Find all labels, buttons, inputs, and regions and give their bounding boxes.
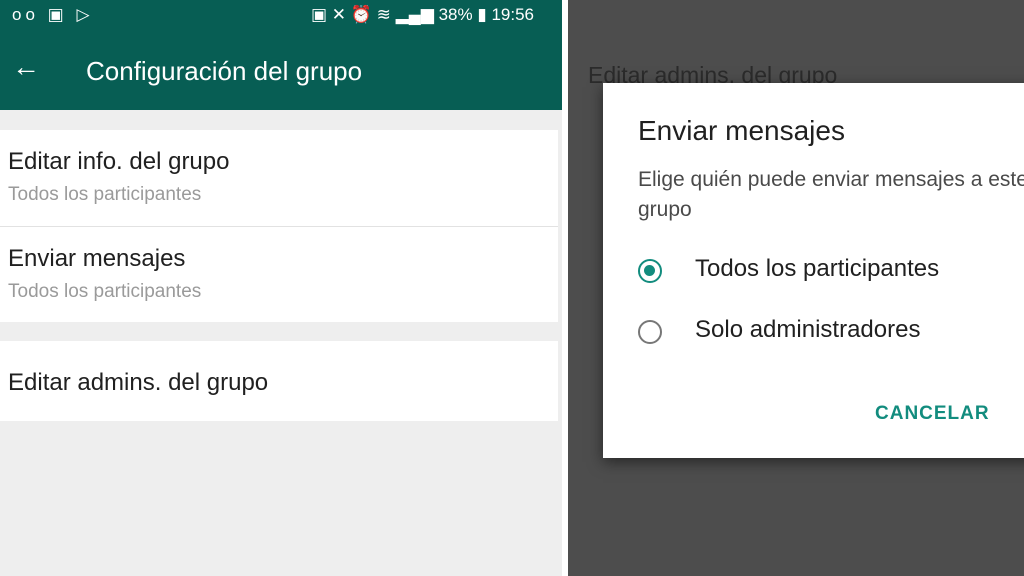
admins-card: Editar admins. del grupo [0, 341, 558, 421]
nfc-icon: ▣ [310, 5, 328, 24]
cancel-button[interactable]: CANCELAR [875, 403, 990, 425]
option-all-participants[interactable]: Todos los participantes [638, 255, 1024, 291]
item-title: Editar info. del grupo [8, 148, 230, 175]
signal-icon: ▂▄▆ [395, 5, 434, 24]
dialog-screen: Editar admins. del grupo Enviar mensajes… [568, 0, 1024, 576]
item-title: Enviar mensajes [8, 245, 186, 272]
dialog-title: Enviar mensajes [638, 115, 845, 146]
item-title: Editar admins. del grupo [8, 369, 269, 396]
option-label: Todos los participantes [695, 255, 940, 282]
mute-icon: ✕ [331, 5, 347, 24]
alarm-icon: ⏰ [350, 5, 372, 24]
edit-admins-item[interactable]: Editar admins. del grupo [0, 341, 558, 421]
item-subtitle: Todos los participantes [8, 184, 202, 205]
image-icon: ▣ [47, 5, 68, 24]
group-settings-screen: oo ▣ ▷ ▣ ✕ ⏰ ≋ ▂▄▆ 38% ▮ 19:56 ← Configu… [0, 0, 562, 576]
option-label: Solo administradores [695, 316, 921, 343]
clock: 19:56 [491, 5, 534, 24]
send-messages-item[interactable]: Enviar mensajes Todos los participantes [0, 227, 558, 322]
battery-icon: ▮ [477, 5, 487, 24]
edit-group-info-item[interactable]: Editar info. del grupo Todos los partici… [0, 130, 558, 226]
settings-card: Editar info. del grupo Todos los partici… [0, 130, 558, 322]
status-right: ▣ ✕ ⏰ ≋ ▂▄▆ 38% ▮ 19:56 [311, 5, 534, 25]
voicemail-icon: oo [12, 5, 39, 24]
back-arrow-icon[interactable]: ← [12, 52, 40, 82]
send-messages-dialog: Enviar mensajes Elige quién puede enviar… [603, 83, 1024, 458]
status-left-icons: oo ▣ ▷ [12, 5, 94, 25]
wifi-icon: ≋ [376, 5, 391, 24]
option-admins-only[interactable]: Solo administradores [638, 316, 1024, 352]
status-bar: oo ▣ ▷ ▣ ✕ ⏰ ≋ ▂▄▆ 38% ▮ 19:56 [0, 0, 562, 30]
dialog-message: Elige quién puede enviar mensajes a este… [638, 168, 1024, 221]
radio-selected-icon[interactable] [638, 259, 662, 283]
page-title: Configuración del grupo [86, 56, 363, 86]
item-subtitle: Todos los participantes [8, 281, 202, 302]
radio-unselected-icon[interactable] [638, 320, 662, 344]
battery-text: 38% [438, 5, 473, 24]
play-store-icon: ▷ [76, 5, 94, 24]
app-bar: ← Configuración del grupo [0, 30, 562, 110]
